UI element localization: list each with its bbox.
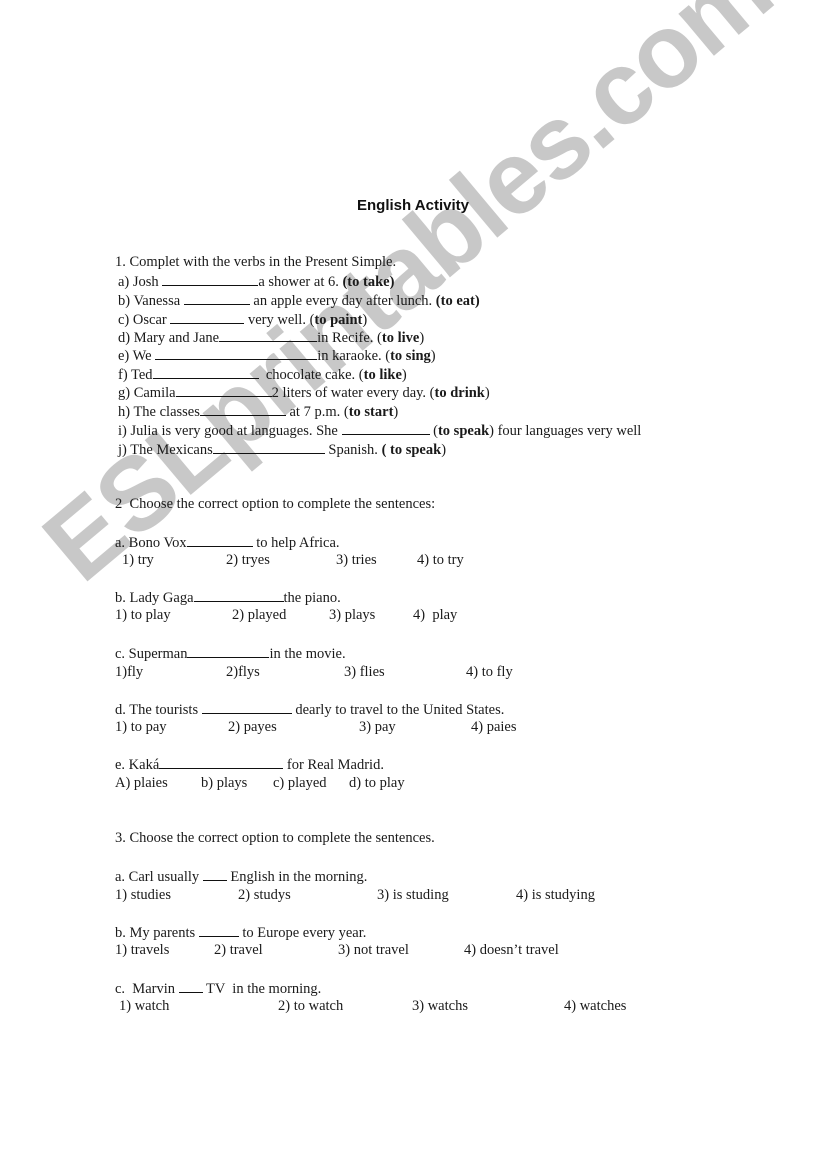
answer-blank[interactable] bbox=[155, 347, 318, 360]
answer-blank[interactable] bbox=[159, 756, 284, 769]
answer-blank[interactable] bbox=[178, 980, 203, 993]
exercise-item: g) Camila 2 liters of water every day. (t… bbox=[118, 384, 490, 401]
answer-blank[interactable] bbox=[198, 924, 239, 937]
option[interactable]: 2) payes bbox=[228, 719, 277, 736]
answer-blank[interactable] bbox=[175, 384, 272, 397]
exercise-item: h) The classes at 7 p.m. (to start) bbox=[118, 403, 399, 420]
option[interactable]: 4) is studying bbox=[516, 887, 595, 904]
exercise-item: i) Julia is very good at languages. She … bbox=[118, 422, 642, 439]
section3-instruction: 3. Choose the correct option to complete… bbox=[115, 830, 435, 846]
option[interactable]: 1) watch bbox=[119, 998, 169, 1015]
answer-blank[interactable] bbox=[202, 868, 227, 881]
worksheet-content: English Activity 1. Complet with the ver… bbox=[0, 0, 826, 1169]
exercise-item: b) Vanessa an apple every day after lunc… bbox=[118, 292, 480, 309]
option[interactable]: 2) played bbox=[232, 607, 286, 624]
question-stem: c. Marvin TV in the morning. bbox=[115, 980, 322, 997]
option[interactable]: 1) studies bbox=[115, 887, 171, 904]
exercise-item: a) Josh a shower at 6. (to take) bbox=[118, 273, 395, 290]
question-stem: b. My parents to Europe every year. bbox=[115, 924, 367, 941]
answer-blank[interactable] bbox=[162, 273, 259, 286]
option[interactable]: 4) doesn’t travel bbox=[464, 942, 559, 959]
exercise-item: j) The Mexicans Spanish. ( to speak) bbox=[118, 441, 447, 458]
exercise-item: f) Ted chocolate cake. (to like) bbox=[118, 366, 407, 383]
option[interactable]: 3) plays bbox=[329, 607, 375, 624]
option[interactable]: A) plaies bbox=[115, 775, 168, 792]
answer-blank[interactable] bbox=[219, 329, 318, 342]
option[interactable]: d) to play bbox=[349, 775, 405, 792]
option[interactable]: 3) pay bbox=[359, 719, 396, 736]
option[interactable]: 2) tryes bbox=[226, 552, 270, 569]
option[interactable]: 1) to pay bbox=[115, 719, 167, 736]
exercise-item: e) We in karaoke. (to sing) bbox=[118, 347, 436, 364]
question-stem: c. Superman in the movie. bbox=[115, 645, 346, 662]
answer-blank[interactable] bbox=[186, 534, 253, 547]
option[interactable]: 4) paies bbox=[471, 719, 517, 736]
answer-blank[interactable] bbox=[187, 645, 270, 658]
option[interactable]: 4) to fly bbox=[466, 664, 513, 681]
option[interactable]: 3) is studing bbox=[377, 887, 449, 904]
exercise-item: d) Mary and Jane in Recife. (to live) bbox=[118, 329, 425, 346]
question-stem: d. The tourists dearly to travel to the … bbox=[115, 701, 505, 718]
option[interactable]: 1) try bbox=[122, 552, 154, 569]
answer-blank[interactable] bbox=[193, 589, 284, 602]
page-title: English Activity bbox=[357, 197, 469, 214]
option[interactable]: 3) flies bbox=[344, 664, 385, 681]
option[interactable]: 2) travel bbox=[214, 942, 263, 959]
question-stem: a. Bono Vox to help Africa. bbox=[115, 534, 340, 551]
exercise-item: c) Oscar very well. (to paint) bbox=[118, 311, 368, 328]
answer-blank[interactable] bbox=[183, 292, 250, 305]
option[interactable]: 2) studys bbox=[238, 887, 291, 904]
answer-blank[interactable] bbox=[212, 441, 325, 454]
option[interactable]: 2)flys bbox=[226, 664, 260, 681]
option[interactable]: 2) to watch bbox=[278, 998, 343, 1015]
option[interactable]: 4) play bbox=[413, 607, 457, 624]
option[interactable]: 4) to try bbox=[417, 552, 464, 569]
option[interactable]: b) plays bbox=[201, 775, 247, 792]
section2-instruction: 2 Choose the correct option to complete … bbox=[115, 496, 436, 512]
option[interactable]: 1) to play bbox=[115, 607, 171, 624]
question-stem: b. Lady Gaga the piano. bbox=[115, 589, 341, 606]
option[interactable]: 3) tries bbox=[336, 552, 377, 569]
answer-blank[interactable] bbox=[170, 311, 245, 324]
answer-blank[interactable] bbox=[201, 701, 292, 714]
option[interactable]: 3) not travel bbox=[338, 942, 409, 959]
answer-blank[interactable] bbox=[341, 422, 430, 435]
option[interactable]: 1) travels bbox=[115, 942, 169, 959]
answer-blank[interactable] bbox=[152, 366, 259, 379]
option[interactable]: 1)fly bbox=[115, 664, 143, 681]
question-stem: e. Kaká for Real Madrid. bbox=[115, 756, 384, 773]
option[interactable]: 4) watches bbox=[564, 998, 626, 1015]
section1-instruction: 1. Complet with the verbs in the Present… bbox=[115, 254, 397, 270]
worksheet-page: ESLprintables.com English Activity 1. Co… bbox=[0, 0, 826, 1169]
answer-blank[interactable] bbox=[199, 403, 286, 416]
question-stem: a. Carl usually English in the morning. bbox=[115, 868, 368, 885]
option[interactable]: c) played bbox=[273, 775, 327, 792]
option[interactable]: 3) watchs bbox=[412, 998, 468, 1015]
